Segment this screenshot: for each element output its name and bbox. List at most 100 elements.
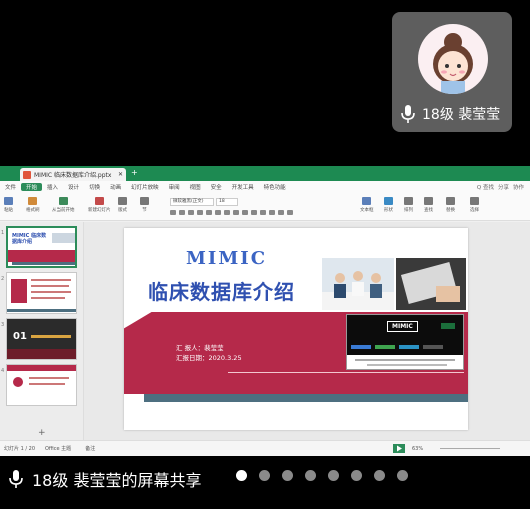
page-indicator xyxy=(236,470,408,481)
ribbon-label: 从当前开始 xyxy=(52,208,75,213)
ribbon-button[interactable]: 新建幻灯片 xyxy=(88,197,111,213)
play-icon xyxy=(397,445,402,452)
slide-thumbnail-4[interactable] xyxy=(6,364,77,406)
menu-item[interactable]: 视图 xyxy=(185,183,206,191)
menu-right-item[interactable]: Q 查找 xyxy=(477,183,494,191)
slide-title[interactable]: MIMIC xyxy=(186,248,267,269)
menu-item[interactable]: 安全 xyxy=(206,183,227,191)
menu-item[interactable]: 审阅 xyxy=(164,183,185,191)
ribbon-icon xyxy=(470,197,479,205)
slide-thumbnail-1[interactable]: MIMIC 临床数据库介绍 xyxy=(6,226,77,268)
ribbon-label: 节 xyxy=(142,208,147,213)
ribbon-button[interactable]: 形状 xyxy=(384,197,393,213)
participant-name: 18级 裴莹莹 xyxy=(422,107,501,123)
ribbon-button[interactable]: 从当前开始 xyxy=(52,197,75,213)
ribbon-button[interactable]: 版式 xyxy=(118,197,127,213)
page-dot[interactable] xyxy=(282,470,293,481)
menu-item[interactable]: 设计 xyxy=(63,183,84,191)
slide-divider-line xyxy=(228,372,464,373)
thumb-number: 1 xyxy=(1,230,5,236)
ribbon-label: 格式刷 xyxy=(26,208,40,213)
format-tool-icon[interactable] xyxy=(287,210,293,215)
menu-item[interactable]: 切换 xyxy=(84,183,105,191)
slide-thumbnail-2[interactable] xyxy=(6,272,77,314)
ribbon-icon xyxy=(446,197,455,205)
ribbon-button[interactable]: 替换 xyxy=(446,197,455,213)
mimic-logo: MIMIC xyxy=(387,321,418,332)
ribbon-label: 替换 xyxy=(446,208,455,213)
screen-share-title: 18级 裴莹莹的屏幕共享 xyxy=(32,471,202,490)
page-dot[interactable] xyxy=(236,470,247,481)
menu-item[interactable]: 幻灯片放映 xyxy=(126,183,164,191)
participant-video-tile[interactable]: 18级 裴莹莹 xyxy=(392,12,512,132)
format-tool-icon[interactable] xyxy=(260,210,266,215)
close-tab-icon[interactable]: ✕ xyxy=(118,171,123,178)
ribbon-label: 版式 xyxy=(118,208,127,213)
menu-right-item[interactable]: 分享 xyxy=(498,183,509,191)
format-tool-icon[interactable] xyxy=(197,210,203,215)
notes-button[interactable]: 备注 xyxy=(85,445,95,452)
shared-screen[interactable]: MIMIC 临床数据库介绍.pptx ✕ + 文件 开始 插入 设计 切换 动画 幻灯片放映… xyxy=(0,166,530,456)
ribbon-icon xyxy=(404,197,413,205)
ribbon-label: 新建幻灯片 xyxy=(88,208,111,213)
page-dot[interactable] xyxy=(397,470,408,481)
ribbon-label: 排列 xyxy=(404,208,413,213)
ribbon-icon xyxy=(424,197,433,205)
ribbon-button[interactable]: 文本框 xyxy=(360,197,374,213)
format-tool-icon[interactable] xyxy=(215,210,221,215)
ribbon-button[interactable]: 查找 xyxy=(424,197,433,213)
page-dot[interactable] xyxy=(328,470,339,481)
mimic-partner-logo xyxy=(441,323,455,329)
ribbon-button[interactable]: 节 xyxy=(140,197,149,213)
slide-canvas[interactable]: MIMIC 临床数据库介绍 汇 报人：裴莹莹 汇报日期：2020.3.25 MI… xyxy=(84,222,530,440)
format-tool-icon[interactable] xyxy=(269,210,275,215)
font-size-select[interactable]: 18 xyxy=(216,198,238,206)
slide-subtitle[interactable]: 临床数据库介绍 xyxy=(148,276,295,305)
format-tool-icon[interactable] xyxy=(251,210,257,215)
ribbon-icon xyxy=(140,197,149,205)
ribbon-button[interactable]: 选择 xyxy=(470,197,479,213)
menu-right-actions: Q 查找 分享 协作 xyxy=(477,183,530,191)
font-family-select[interactable]: 微软雅黑(正文) xyxy=(170,198,214,206)
app-titlebar: MIMIC 临床数据库介绍.pptx ✕ + xyxy=(0,166,530,181)
slideshow-play-button[interactable] xyxy=(393,444,405,453)
format-tool-icon[interactable] xyxy=(188,210,194,215)
ribbon-button[interactable]: 粘贴 xyxy=(4,197,13,213)
microphone-icon xyxy=(9,470,23,488)
menu-item[interactable]: 开发工具 xyxy=(227,183,259,191)
document-tab[interactable]: MIMIC 临床数据库介绍.pptx ✕ xyxy=(20,168,126,181)
ribbon-icon xyxy=(118,197,127,205)
slide-thumbnail-3[interactable]: 01 xyxy=(6,318,77,360)
menu-right-item[interactable]: 协作 xyxy=(513,183,524,191)
add-slide-icon[interactable]: + xyxy=(38,428,46,438)
new-tab-icon[interactable]: + xyxy=(131,168,138,177)
ribbon-label: 选择 xyxy=(470,208,479,213)
menu-item[interactable]: 动画 xyxy=(105,183,126,191)
ribbon-icon xyxy=(28,197,38,205)
format-tool-icon[interactable] xyxy=(224,210,230,215)
ribbon-button[interactable]: 排列 xyxy=(404,197,413,213)
page-dot[interactable] xyxy=(259,470,270,481)
menu-item[interactable]: 文件 xyxy=(0,183,21,191)
menu-bar: 文件 开始 插入 设计 切换 动画 幻灯片放映 审阅 视图 安全 开发工具 特色功能 Q 查找 分享 协作 xyxy=(0,181,530,193)
menu-item[interactable]: 特色功能 xyxy=(259,183,291,191)
format-tool-icon[interactable] xyxy=(206,210,212,215)
current-slide[interactable]: MIMIC 临床数据库介绍 汇 报人：裴莹莹 汇报日期：2020.3.25 MI… xyxy=(124,228,468,430)
ribbon-button[interactable]: 格式刷 xyxy=(26,197,40,213)
format-tool-icon[interactable] xyxy=(242,210,248,215)
menu-item[interactable]: 插入 xyxy=(42,183,63,191)
zoom-slider[interactable] xyxy=(440,448,500,449)
page-dot[interactable] xyxy=(351,470,362,481)
format-tool-icon[interactable] xyxy=(278,210,284,215)
thumb-number: 4 xyxy=(1,368,5,374)
format-tool-icon[interactable] xyxy=(179,210,185,215)
page-dot[interactable] xyxy=(374,470,385,481)
menu-item[interactable]: 开始 xyxy=(21,183,43,191)
report-date-text[interactable]: 汇报日期：2020.3.25 xyxy=(176,352,242,362)
format-tool-icon[interactable] xyxy=(233,210,239,215)
page-dot[interactable] xyxy=(305,470,316,481)
zoom-level[interactable]: 63% xyxy=(412,446,423,452)
reporter-text[interactable]: 汇 报人：裴莹莹 xyxy=(176,342,224,352)
format-tool-icon[interactable] xyxy=(170,210,176,215)
mimic-website-screenshot: MIMIC xyxy=(346,314,464,370)
